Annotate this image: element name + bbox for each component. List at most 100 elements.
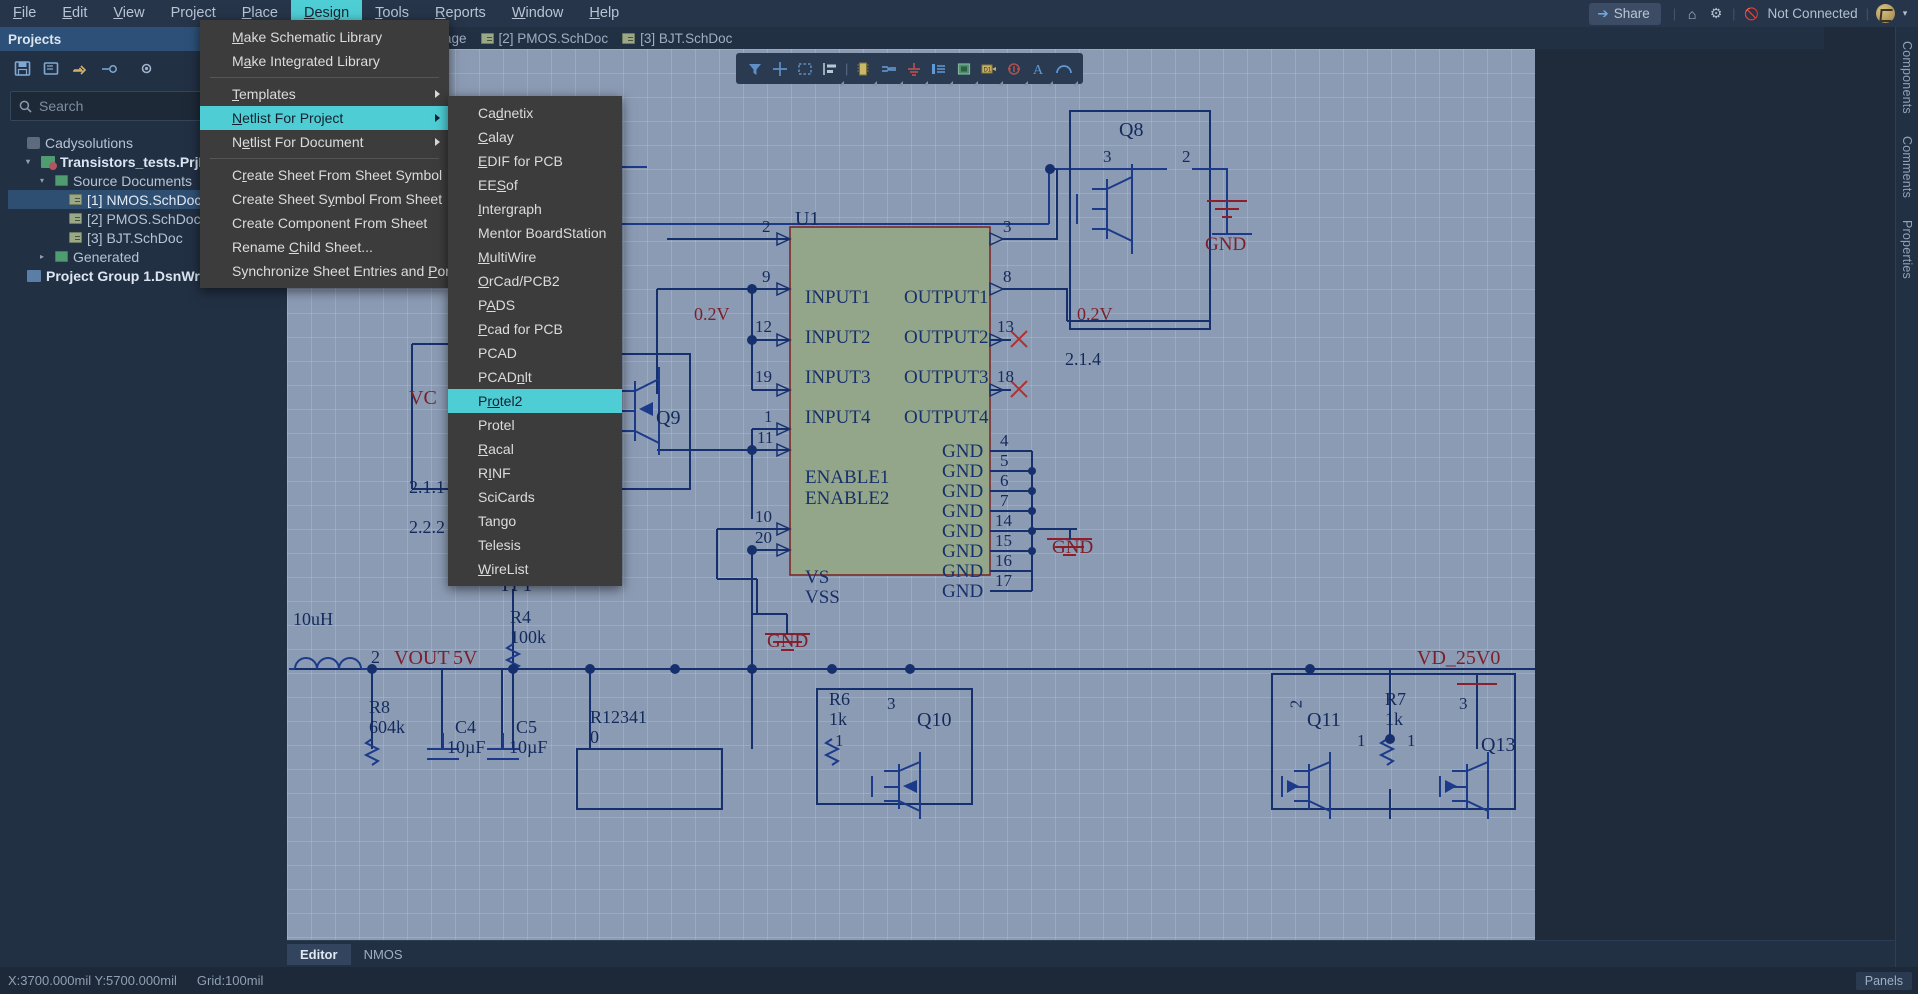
netlist-format-eesof[interactable]: EESof [448,173,622,197]
chevron-down-icon[interactable]: ▾ [1898,8,1912,19]
netlist-format-mentor-boardstation[interactable]: Mentor BoardStation [448,221,622,245]
editor-tab-editor[interactable]: Editor [287,944,351,965]
netlist-format-tango[interactable]: Tango [448,509,622,533]
document-icon [481,33,494,44]
label-r6: R6 [829,689,850,710]
netlist-format-wirelist[interactable]: WireList [448,557,622,581]
netlist-format-pcad-for-pcb[interactable]: Pcad for PCB [448,317,622,341]
text-icon[interactable]: A [1029,59,1049,79]
label-gnd-u1: GND [1052,537,1093,559]
design-menu-create-component-from-sheet[interactable]: Create Component From Sheet [200,211,449,235]
no-erc-icon[interactable] [1004,59,1024,79]
label-q13-pin1: 1 [1407,731,1416,751]
label-inductor: 10uH [293,609,333,630]
component-icon[interactable] [853,59,873,79]
netlist-format-racal[interactable]: Racal [448,437,622,461]
gnd-pin-5: 5 [1000,451,1009,471]
menu-item-label: Make Integrated Library [232,53,380,69]
doc-tab-label: [2] PMOS.SchDoc [499,31,609,46]
menu-item-label: RINF [478,465,511,481]
design-menu-netlist-for-document[interactable]: Netlist For Document [200,130,449,154]
user-avatar-icon[interactable] [1876,4,1895,23]
pin-num-19: 19 [755,367,772,387]
label-r8-value: 604k [369,717,405,738]
right-tab-properties[interactable]: Properties [1900,220,1914,279]
right-tab-components[interactable]: Components [1900,41,1914,114]
expand-arrow-icon[interactable]: ▾ [26,157,36,166]
open-icon[interactable] [39,56,63,80]
u1-input3: INPUT3 [805,367,870,389]
menu-window[interactable]: Window [499,0,577,27]
netlist-format-cadnetix[interactable]: Cadnetix [448,101,622,125]
label-q13-pin3: 3 [1459,694,1468,714]
filter-icon[interactable] [745,59,765,79]
netlist-format-calay[interactable]: Calay [448,125,622,149]
menu-file[interactable]: File [0,0,49,27]
menu-edit[interactable]: Edit [49,0,100,27]
editor-tab-nmos[interactable]: NMOS [351,944,416,965]
design-menu-make-integrated-library[interactable]: Make Integrated Library [200,49,449,73]
menu-help[interactable]: Help [576,0,632,27]
design-menu-rename-child-sheet[interactable]: Rename Child Sheet... [200,235,449,259]
design-menu-netlist-for-project[interactable]: Netlist For Project [200,106,449,130]
label-q8-pin2: 2 [1182,147,1191,167]
netlist-format-rinf[interactable]: RINF [448,461,622,485]
gnd-pin-16: 16 [995,551,1012,571]
menu-item-label: Netlist For Document [232,134,364,150]
netlist-format-telesis[interactable]: Telesis [448,533,622,557]
pin-num-1: 1 [764,407,773,427]
tree-item-label: [3] BJT.SchDoc [87,230,183,246]
compile-icon[interactable] [68,56,92,80]
port-icon[interactable] [929,59,949,79]
select-area-icon[interactable] [795,59,815,79]
design-menu-make-schematic-library[interactable]: Make Schematic Library [200,25,449,49]
panels-button[interactable]: Panels [1856,972,1912,990]
netlist-format-orcad-pcb2[interactable]: OrCad/PCB2 [448,269,622,293]
wire-icon[interactable] [879,59,899,79]
settings-icon[interactable] [134,56,158,80]
netlist-format-pcadnlt[interactable]: PCADnlt [448,365,622,389]
design-menu-create-sheet-symbol-from-sheet[interactable]: Create Sheet Symbol From Sheet [200,187,449,211]
doc-tab-2-pmos-schdoc[interactable]: [2] PMOS.SchDoc [481,31,609,46]
design-menu-synchronize-sheet-entries-and-ports[interactable]: Synchronize Sheet Entries and Ports [200,259,449,283]
netlist-format-pcad[interactable]: PCAD [448,341,622,365]
expand-arrow-icon[interactable]: ▸ [40,252,50,261]
submenu-arrow-icon [435,138,440,146]
netlist-format-edif-for-pcb[interactable]: EDIF for PCB [448,149,622,173]
align-icon[interactable] [820,59,840,79]
label-gnd-q8: GND [1205,234,1246,256]
netlist-format-scicards[interactable]: SciCards [448,485,622,509]
menu-item-label: Cadnetix [478,105,533,121]
ground-icon[interactable] [904,59,924,79]
sheet-symbol-icon[interactable] [954,59,974,79]
gear-icon[interactable]: ⚙ [1704,5,1728,22]
netlist-format-protel[interactable]: Protel [448,413,622,437]
doc-tab-3-bjt-schdoc[interactable]: [3] BJT.SchDoc [622,31,732,46]
save-icon[interactable] [10,56,34,80]
menu-item-label: PADS [478,297,515,313]
netlist-format-protel2[interactable]: Protel2 [448,389,622,413]
share-button[interactable]: ➔ Share [1589,3,1660,25]
menu-view[interactable]: View [100,0,157,27]
netlist-format-multiwire[interactable]: MultiWire [448,245,622,269]
schematic-toolbar: | D1 A [736,53,1083,84]
netlist-format-intergraph[interactable]: Intergraph [448,197,622,221]
crosshair-icon[interactable] [770,59,790,79]
design-menu-templates[interactable]: Templates [200,82,449,106]
arc-icon[interactable] [1054,59,1074,79]
build-icon[interactable] [97,56,121,80]
home-icon[interactable]: ⌂ [1680,6,1704,22]
search-placeholder: Search [39,98,83,114]
label-q13: Q13 [1481,734,1515,757]
right-tab-comments[interactable]: Comments [1900,136,1914,198]
part-icon[interactable]: D1 [979,59,999,79]
netlist-format-pads[interactable]: PADS [448,293,622,317]
label-vc: VC [409,387,437,410]
design-menu-create-sheet-from-sheet-symbol[interactable]: Create Sheet From Sheet Symbol [200,163,449,187]
connection-status: Not Connected [1764,6,1862,21]
divider: | [1728,6,1739,21]
label-c5-value: 10µF [509,737,547,758]
menu-item-label: Make Schematic Library [232,29,382,45]
expand-arrow-icon[interactable]: ▾ [40,176,50,185]
doc-tab-label: [3] BJT.SchDoc [640,31,732,46]
